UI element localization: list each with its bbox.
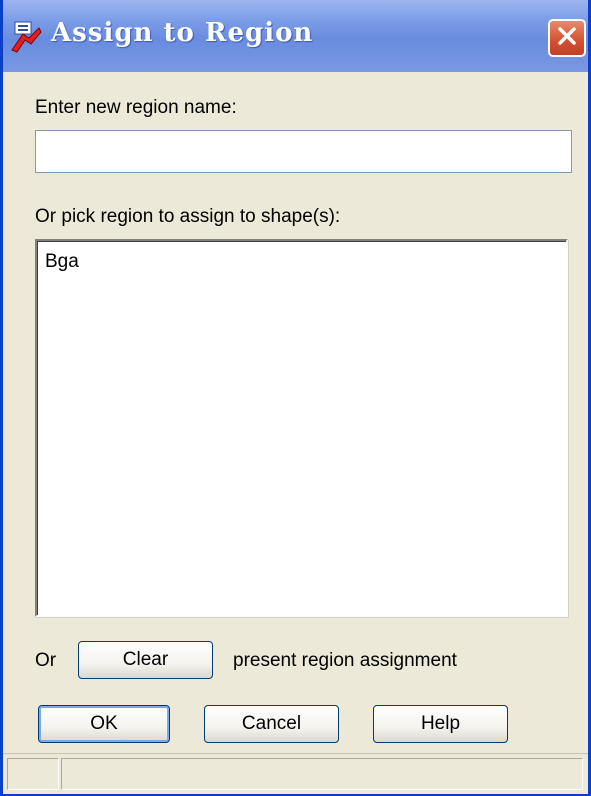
assign-to-region-dialog: Assign to Region Enter new region name: …: [0, 0, 591, 796]
cancel-button[interactable]: Cancel: [204, 705, 339, 743]
close-button[interactable]: [548, 19, 586, 57]
status-pane-left: [7, 758, 59, 790]
autocad-app-icon: [9, 20, 43, 54]
close-icon: [556, 25, 578, 52]
help-button[interactable]: Help: [373, 705, 508, 743]
clear-button[interactable]: Clear: [78, 641, 213, 679]
status-bar: [3, 753, 588, 794]
pick-region-label: Or pick region to assign to shape(s):: [35, 206, 341, 227]
clear-row-suffix: present region assignment: [233, 650, 457, 671]
ok-button[interactable]: OK: [38, 705, 170, 743]
list-item[interactable]: Bga: [45, 251, 79, 273]
window-title: Assign to Region: [51, 18, 314, 48]
region-listbox[interactable]: Bga: [35, 239, 568, 617]
clear-row-prefix: Or: [35, 650, 57, 671]
title-bar[interactable]: Assign to Region: [3, 0, 588, 72]
new-region-label: Enter new region name:: [35, 97, 237, 118]
new-region-name-input[interactable]: [35, 130, 572, 173]
status-pane-main: [61, 758, 583, 790]
